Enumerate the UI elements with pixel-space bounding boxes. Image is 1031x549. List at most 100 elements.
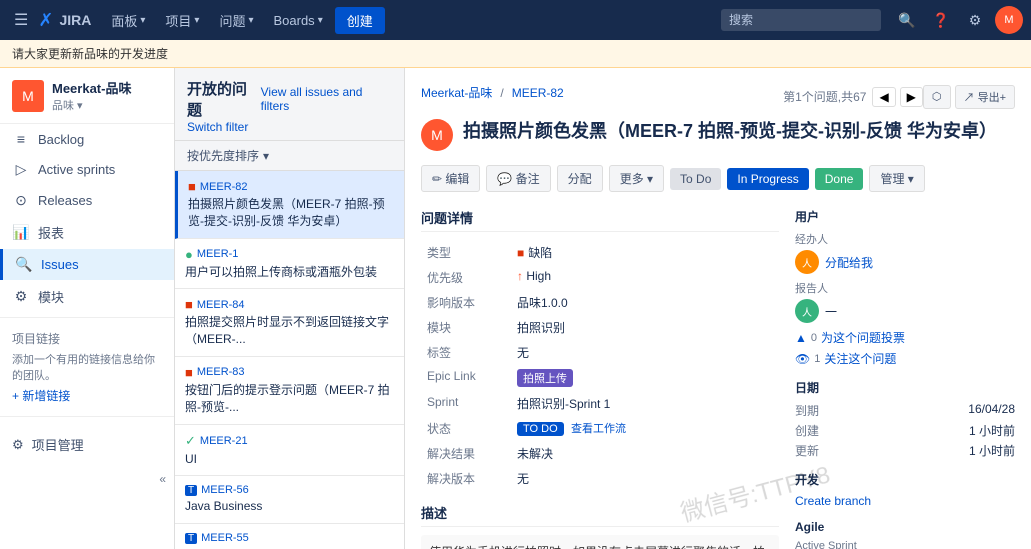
project-name: Meerkat-品味	[52, 78, 131, 97]
bug-icon: ■	[185, 365, 193, 380]
search-input[interactable]	[721, 9, 881, 31]
field-row-status: 状态 TO DO 查看工作流	[421, 416, 779, 441]
top-nav: ☰ ✗ JIRA 面板 ▾ 项目 ▾ 问题 ▾ Boards ▾ 创建 🔍 ❓ …	[0, 0, 1031, 40]
detail-body: 问题详情 类型 ■ 缺陷 优先级 ↑	[421, 208, 1015, 549]
updated-date-row: 更新 1 小时前	[795, 442, 1015, 459]
agile-title: Agile	[795, 520, 1015, 534]
issue-item[interactable]: ■ MEER-84 拍照提交照片时显示不到返回链接文字（MEER-...	[175, 289, 404, 357]
vote-row[interactable]: ▲ 0 为这个问题投票	[795, 329, 1015, 346]
issue-item[interactable]: ■ MEER-83 按钮门后的提示登示问题（MEER-7 拍照-预览-...	[175, 357, 404, 425]
field-row-priority: 优先级 ↑ High	[421, 265, 779, 290]
task-icon: T	[185, 533, 197, 544]
detail-panel: Meerkat-品味 / MEER-82 第1个问题,共67 ◀ ▶ ⬡ ↗ 导…	[405, 68, 1031, 549]
more-button[interactable]: 更多 ▾	[609, 165, 664, 192]
field-row-type: 类型 ■ 缺陷	[421, 240, 779, 265]
view-all-link[interactable]: View all issues and filters	[261, 85, 392, 113]
user-avatar[interactable]: M	[995, 6, 1023, 34]
issue-item[interactable]: T MEER-55 Java Controller	[175, 524, 404, 549]
check-icon: ✓	[185, 433, 196, 449]
vote-icon: ▲	[795, 331, 807, 345]
sidebar-item-active-sprints[interactable]: ▷ Active sprints	[0, 154, 174, 185]
workflow-link[interactable]: 查看工作流	[571, 423, 626, 435]
nav-boards[interactable]: 面板 ▾	[103, 7, 153, 34]
project-icon: M	[12, 80, 44, 112]
hamburger-icon[interactable]: ☰	[8, 6, 34, 34]
priority-icon: ↑	[517, 269, 523, 283]
issue-item[interactable]: ✓ MEER-21 UI	[175, 425, 404, 477]
sidebar-item-issues[interactable]: 🔍 Issues	[0, 249, 174, 280]
bug-type-icon: ■	[517, 246, 524, 260]
nav-board[interactable]: Boards ▾	[265, 9, 330, 32]
dates-title: 日期	[795, 379, 1015, 396]
assignee-label: 经办人	[795, 231, 1015, 247]
field-row-epic: Epic Link 拍照上传	[421, 365, 779, 391]
assign-button[interactable]: 分配	[557, 165, 603, 192]
field-row-fixversion: 解决版本 无	[421, 466, 779, 491]
detail-top-bar: Meerkat-品味 / MEER-82 第1个问题,共67 ◀ ▶ ⬡ ↗ 导…	[421, 84, 1015, 109]
issues-icon: 🔍	[15, 256, 33, 273]
watch-row[interactable]: 👁 1 关注这个问题	[795, 350, 1015, 367]
help-icon[interactable]: ❓	[927, 6, 955, 34]
modules-icon: ⚙	[12, 288, 30, 305]
issue-title: 拍摄照片颜色发黑（MEER-7 拍照-预览-提交-识别-反馈 华为安卓）	[463, 119, 1015, 144]
assign-me-link[interactable]: 分配给我	[825, 254, 873, 271]
watch-icon: 👁	[795, 352, 810, 366]
create-button[interactable]: 创建	[335, 7, 385, 34]
sidebar-item-backlog[interactable]: ≡ Backlog	[0, 124, 174, 154]
field-row-resolution: 解决结果 未解决	[421, 441, 779, 466]
done-status-button[interactable]: Done	[815, 168, 864, 190]
issue-actions: ✏ 编辑 💬 备注 分配 更多 ▾ To Do In Progress Done…	[421, 165, 1015, 192]
backlog-icon: ≡	[12, 131, 30, 147]
sidebar-item-modules[interactable]: ⚙ 模块	[0, 280, 174, 313]
export-button[interactable]: ↗ 导出+	[955, 85, 1015, 109]
switch-filter-link[interactable]: Switch filter	[187, 120, 248, 134]
dev-section: 开发 Create branch	[795, 471, 1015, 508]
description-title: 描述	[421, 503, 779, 527]
comment-button[interactable]: 💬 备注	[486, 165, 550, 192]
sidebar-item-project-mgmt[interactable]: ⚙ 项目管理	[12, 429, 162, 460]
field-row-label: 标签 无	[421, 340, 779, 365]
dev-title: 开发	[795, 471, 1015, 488]
prev-issue-button[interactable]: ◀	[872, 87, 895, 107]
manage-button[interactable]: 管理 ▾	[869, 165, 924, 192]
right-icons: 🔍 ❓ ⚙ M	[893, 6, 1023, 34]
settings-icon[interactable]: ⚙	[961, 6, 989, 34]
inprogress-status-button[interactable]: In Progress	[727, 168, 808, 190]
project-type[interactable]: 品味 ▾	[52, 97, 131, 113]
issue-ref[interactable]: MEER-82	[512, 86, 564, 100]
create-branch-link[interactable]: Create branch	[795, 494, 1015, 508]
nav-projects[interactable]: 项目 ▾	[157, 7, 207, 34]
issue-item[interactable]: ● MEER-1 用户可以拍照上传商标或酒瓶外包装	[175, 239, 404, 290]
sidebar-item-reports[interactable]: 📊 报表	[0, 216, 174, 249]
search-icon[interactable]: 🔍	[893, 6, 921, 34]
story-icon: ●	[185, 247, 193, 262]
epic-badge[interactable]: 拍照上传	[517, 369, 573, 387]
issues-sort-bar: 按优先度排序 ▾	[175, 141, 404, 171]
todo-status-button[interactable]: To Do	[670, 168, 721, 190]
releases-icon: ⊙	[12, 192, 30, 209]
due-date-row: 到期 16/04/28	[795, 402, 1015, 419]
project-mgmt-icon: ⚙	[12, 437, 24, 453]
breadcrumb-project[interactable]: Meerkat-品味	[421, 84, 492, 101]
next-issue-button[interactable]: ▶	[900, 87, 923, 107]
add-link-button[interactable]: + 新增链接	[12, 387, 162, 404]
nav-issues[interactable]: 问题 ▾	[211, 7, 261, 34]
issue-item[interactable]: T MEER-56 Java Business	[175, 476, 404, 524]
sidebar-collapse-button[interactable]: «	[0, 468, 174, 490]
agile-section: Agile Active Sprint 拍照识别-Sprint 1 ✓ on B…	[795, 520, 1015, 549]
field-row-module: 模块 拍照识别	[421, 315, 779, 340]
sidebar-item-releases[interactable]: ⊙ Releases	[0, 185, 174, 216]
reporter-label: 报告人	[795, 280, 1015, 296]
users-title: 用户	[795, 208, 1015, 225]
task-icon: T	[185, 485, 197, 496]
app-name: JIRA	[59, 12, 91, 28]
reporter-row: 人 一	[795, 299, 1015, 323]
edit-button[interactable]: ✏ 编辑	[421, 165, 480, 192]
detail-title-row: M 拍摄照片颜色发黑（MEER-7 拍照-预览-提交-识别-反馈 华为安卓）	[421, 119, 1015, 151]
sort-chevron[interactable]: ▾	[263, 149, 269, 163]
share-button[interactable]: ⬡	[923, 85, 951, 109]
status-badge: TO DO	[517, 422, 564, 436]
issue-item[interactable]: ■ MEER-82 拍摄照片颜色发黑（MEER-7 拍照-预览-提交-识别-反馈…	[175, 171, 404, 239]
export-buttons: ⬡ ↗ 导出+	[923, 85, 1015, 109]
main-layout: M Meerkat-品味 品味 ▾ ≡ Backlog ▷ Active spr…	[0, 68, 1031, 549]
